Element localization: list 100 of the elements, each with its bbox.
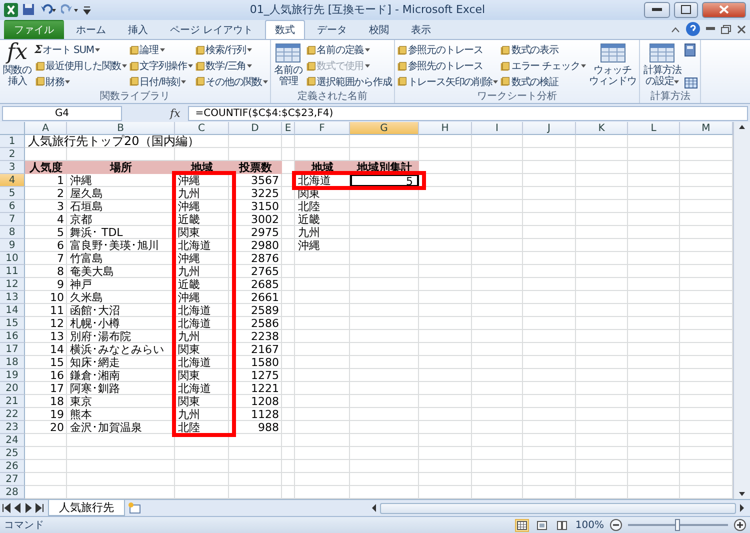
row-header[interactable]: 26 bbox=[0, 460, 25, 474]
ribbon-tab[interactable]: ページ レイアウト bbox=[160, 20, 264, 39]
ribbon-button[interactable]: 財務 bbox=[34, 74, 127, 90]
view-button[interactable] bbox=[515, 518, 530, 532]
row-header[interactable]: 15 bbox=[0, 317, 25, 330]
grid-icon[interactable] bbox=[684, 77, 698, 90]
name-box[interactable]: G4 bbox=[2, 106, 122, 121]
close-button[interactable] bbox=[702, 2, 746, 18]
minimize-button[interactable] bbox=[644, 2, 670, 18]
ribbon-button[interactable]: 日付/時刻 bbox=[128, 74, 193, 90]
row-header[interactable]: 17 bbox=[0, 343, 25, 356]
ribbon-button[interactable]: その他の関数 bbox=[194, 74, 268, 90]
row-header[interactable]: 23 bbox=[0, 421, 25, 434]
row-header[interactable]: 18 bbox=[0, 356, 25, 370]
column-header[interactable]: G bbox=[350, 122, 419, 136]
column-header[interactable]: K bbox=[576, 122, 628, 136]
zoom-level[interactable]: 100% bbox=[575, 520, 604, 531]
row-header[interactable]: 6 bbox=[0, 200, 25, 214]
ribbon-button[interactable]: 名前の定義 bbox=[306, 42, 392, 58]
row-header[interactable]: 7 bbox=[0, 213, 25, 226]
row-header[interactable]: 16 bbox=[0, 330, 25, 344]
row-header[interactable]: 19 bbox=[0, 369, 25, 382]
ribbon-button[interactable]: 名前の 管理 bbox=[273, 40, 304, 92]
minimize-icon[interactable] bbox=[706, 27, 715, 32]
sheet-tab[interactable]: 人気旅行先 bbox=[48, 500, 125, 516]
row-header[interactable]: 5 bbox=[0, 187, 25, 200]
save-icon[interactable] bbox=[22, 3, 35, 16]
ribbon-tab[interactable]: 校閲 bbox=[359, 20, 400, 39]
zoom-out-icon[interactable] bbox=[610, 519, 622, 532]
row-header[interactable]: 14 bbox=[0, 304, 25, 318]
undo-icon[interactable] bbox=[39, 4, 57, 16]
column-header[interactable]: C bbox=[175, 122, 229, 136]
ribbon-button[interactable]: ウォッチ ウィンドウ bbox=[588, 40, 638, 92]
row-header[interactable]: 9 bbox=[0, 239, 25, 252]
ribbon-tab[interactable]: ファイル bbox=[4, 20, 64, 39]
formula-field[interactable]: =COUNTIF($C$4:$C$23,F4) bbox=[188, 106, 748, 121]
column-header[interactable]: H bbox=[419, 122, 472, 136]
column-header[interactable]: F bbox=[295, 122, 350, 136]
ribbon-button[interactable]: エラー チェック bbox=[500, 58, 586, 74]
ribbon-button[interactable]: 文字列操作 bbox=[128, 58, 193, 74]
slider-thumb[interactable] bbox=[675, 519, 680, 532]
row-header[interactable]: 13 bbox=[0, 291, 25, 304]
worksheet-grid[interactable] bbox=[0, 122, 733, 500]
row-header[interactable]: 20 bbox=[0, 382, 25, 396]
column-header[interactable]: I bbox=[472, 122, 523, 136]
ribbon-button[interactable]: 数学/三角 bbox=[194, 58, 268, 74]
row-header[interactable]: 25 bbox=[0, 447, 25, 460]
ribbon-button[interactable]: 論理 bbox=[128, 42, 193, 58]
view-button[interactable] bbox=[535, 518, 550, 532]
scroll-left-icon[interactable] bbox=[370, 503, 378, 514]
column-header[interactable]: J bbox=[523, 122, 576, 136]
ribbon-tab[interactable]: ホーム bbox=[66, 20, 116, 39]
row-header[interactable]: 3 bbox=[0, 161, 25, 174]
row-header[interactable]: 11 bbox=[0, 265, 25, 278]
spreadsheet-app-icon[interactable] bbox=[4, 2, 18, 17]
column-header[interactable]: E bbox=[282, 122, 295, 136]
ribbon-button[interactable]: 計算方法 の設定 bbox=[642, 40, 682, 92]
view-button[interactable] bbox=[555, 518, 570, 532]
row-header[interactable]: 22 bbox=[0, 408, 25, 422]
ribbon-button[interactable]: Σオート SUM bbox=[34, 42, 127, 58]
calculator-icon[interactable] bbox=[684, 42, 696, 57]
column-header[interactable]: L bbox=[628, 122, 680, 136]
insert-function-button[interactable]: fx bbox=[166, 106, 184, 120]
maximize-button[interactable] bbox=[674, 2, 698, 18]
ribbon-tab[interactable]: 数式 bbox=[265, 20, 306, 39]
ribbon-tab[interactable]: 挿入 bbox=[118, 20, 158, 39]
redo-icon[interactable] bbox=[61, 4, 79, 16]
ribbon-button[interactable]: 最近使用した関数 bbox=[34, 58, 127, 74]
row-header[interactable]: 28 bbox=[0, 486, 25, 500]
customize-icon[interactable] bbox=[83, 4, 91, 15]
scroll-right-icon[interactable] bbox=[738, 503, 746, 514]
ribbon-button[interactable]: 選択範囲から作成 bbox=[306, 74, 392, 90]
ribbon-button[interactable]: 数式の表示 bbox=[500, 42, 586, 58]
sheet-navigation-icon[interactable] bbox=[2, 503, 46, 514]
ribbon-button[interactable]: 参照元のトレース bbox=[396, 42, 498, 58]
column-header[interactable]: D bbox=[229, 122, 282, 136]
restore-icon[interactable] bbox=[721, 24, 731, 34]
row-header[interactable]: 4 bbox=[0, 174, 25, 188]
zoom-in-icon[interactable] bbox=[734, 519, 746, 532]
ribbon-button[interactable]: 検索/行列 bbox=[194, 42, 268, 58]
collapse-ribbon-icon[interactable] bbox=[671, 26, 680, 33]
row-header[interactable]: 2 bbox=[0, 148, 25, 162]
ribbon-tab[interactable]: データ bbox=[307, 20, 358, 39]
row-header[interactable]: 1 bbox=[0, 135, 25, 148]
close-icon[interactable] bbox=[737, 24, 746, 34]
ribbon-button[interactable]: fx 関数の 挿入 bbox=[2, 40, 32, 92]
ribbon-button[interactable]: トレース矢印の削除 bbox=[396, 74, 498, 90]
row-header[interactable]: 21 bbox=[0, 395, 25, 408]
help-icon[interactable] bbox=[686, 22, 700, 36]
vertical-scrollbar[interactable] bbox=[733, 122, 750, 500]
ribbon-tab[interactable]: 表示 bbox=[401, 20, 442, 39]
row-header[interactable]: 27 bbox=[0, 473, 25, 486]
column-header[interactable]: B bbox=[67, 122, 175, 136]
new-sheet-icon[interactable] bbox=[127, 502, 143, 514]
row-header[interactable]: 10 bbox=[0, 252, 25, 266]
column-header[interactable]: A bbox=[25, 122, 67, 136]
row-header[interactable]: 12 bbox=[0, 278, 25, 292]
ribbon-button[interactable]: 参照先のトレース bbox=[396, 58, 498, 74]
row-header[interactable]: 8 bbox=[0, 226, 25, 240]
column-header[interactable]: M bbox=[680, 122, 733, 136]
